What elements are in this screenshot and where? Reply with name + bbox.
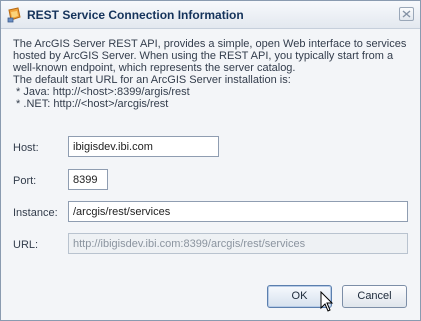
instance-label: Instance:	[13, 207, 58, 219]
info-line: The default start URL for an ArcGIS Serv…	[13, 74, 291, 86]
dialog-titlebar[interactable]: REST Service Connection Information	[1, 1, 420, 29]
url-input	[68, 233, 408, 254]
info-line: hosted by ArcGIS Server. When using the …	[13, 50, 394, 62]
port-input[interactable]	[68, 169, 108, 190]
host-label: Host:	[13, 142, 39, 154]
instance-input[interactable]	[68, 201, 408, 222]
port-label: Port:	[13, 175, 37, 187]
cancel-button[interactable]: Cancel	[342, 285, 407, 308]
info-line: The ArcGIS Server REST API, provides a s…	[13, 38, 407, 50]
info-line: * Java: http://<host>:8399/argis/rest	[13, 86, 190, 98]
info-line: well-known endpoint, which represents th…	[13, 62, 296, 74]
dialog-title: REST Service Connection Information	[27, 8, 244, 22]
rest-connection-dialog: REST Service Connection Information The …	[0, 0, 421, 321]
close-button[interactable]	[399, 7, 414, 21]
arcgis-service-icon	[6, 7, 22, 23]
mouse-pointer-icon	[320, 291, 334, 312]
info-line: * .NET: http://<host>/arcgis/rest	[13, 98, 169, 110]
close-icon	[402, 10, 411, 18]
url-label: URL:	[13, 239, 39, 251]
info-text: The ArcGIS Server REST API, provides a s…	[13, 38, 413, 110]
dialog-body: The ArcGIS Server REST API, provides a s…	[1, 29, 420, 320]
host-input[interactable]	[68, 136, 219, 157]
